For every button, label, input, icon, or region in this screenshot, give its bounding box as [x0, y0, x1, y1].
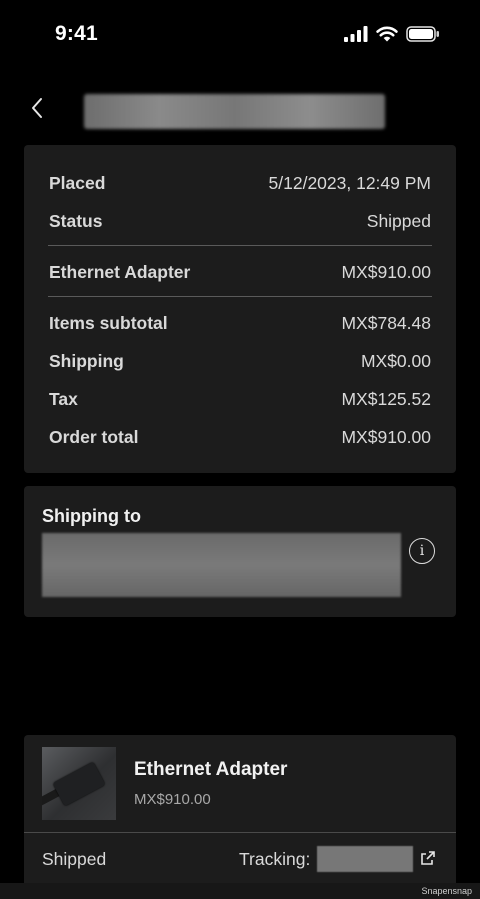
- order-total-row: Order total MX$910.00: [49, 424, 431, 450]
- subtotal-value: MX$784.48: [341, 312, 431, 333]
- info-icon[interactable]: i: [409, 538, 435, 564]
- status-icons: [344, 26, 440, 42]
- tracking-label: Tracking:: [239, 849, 311, 869]
- watermark: Snapensnap: [421, 886, 472, 896]
- product-price: MX$910.00: [134, 791, 211, 808]
- shipment-item-card[interactable]: Ethernet Adapter MX$910.00 Shipped Track…: [24, 735, 456, 885]
- divider: [24, 832, 456, 833]
- subtotal-label: Items subtotal: [49, 312, 168, 333]
- shipping-row: Shipping MX$0.00: [49, 348, 431, 374]
- shipping-address-redacted: [42, 533, 401, 597]
- status-bar: 9:41: [0, 0, 480, 70]
- order-total-value: MX$910.00: [341, 426, 431, 447]
- tax-value: MX$125.52: [341, 388, 431, 409]
- cellular-signal-icon: [344, 26, 368, 42]
- status-label: Status: [49, 210, 103, 231]
- bottom-bar: Snapensnap: [0, 883, 480, 899]
- page-title-redacted: [84, 94, 385, 129]
- shipping-value: MX$0.00: [360, 350, 431, 371]
- shipping-label: Shipping: [49, 350, 124, 371]
- item-label: Ethernet Adapter: [49, 261, 191, 282]
- wifi-icon: [376, 26, 398, 42]
- placed-value: 5/12/2023, 12:49 PM: [268, 172, 431, 193]
- chevron-left-icon: [32, 98, 42, 118]
- back-button[interactable]: [26, 94, 48, 122]
- tracking-number-redacted[interactable]: [317, 846, 413, 872]
- shipment-status: Shipped: [42, 849, 107, 869]
- battery-icon: [406, 26, 439, 42]
- status-row: Status Shipped: [49, 208, 431, 234]
- shipping-to-title: Shipping to: [42, 506, 141, 526]
- order-total-label: Order total: [49, 426, 139, 447]
- shipping-to-card: Shipping to i: [24, 486, 456, 617]
- item-value: MX$910.00: [341, 261, 431, 282]
- placed-row: Placed 5/12/2023, 12:49 PM: [49, 170, 431, 196]
- tax-row: Tax MX$125.52: [49, 386, 431, 412]
- divider: [48, 296, 432, 297]
- header: [0, 88, 480, 132]
- product-thumbnail: [42, 747, 116, 820]
- item-row: Ethernet Adapter MX$910.00: [49, 259, 431, 285]
- status-value: Shipped: [366, 210, 431, 231]
- product-name: Ethernet Adapter: [134, 759, 288, 780]
- status-time: 9:41: [55, 22, 98, 45]
- order-summary-card: Placed 5/12/2023, 12:49 PM Status Shippe…: [24, 145, 456, 473]
- external-link-icon[interactable]: [420, 850, 436, 866]
- tax-label: Tax: [49, 388, 78, 409]
- subtotal-row: Items subtotal MX$784.48: [49, 310, 431, 336]
- placed-label: Placed: [49, 172, 106, 193]
- divider: [48, 245, 432, 246]
